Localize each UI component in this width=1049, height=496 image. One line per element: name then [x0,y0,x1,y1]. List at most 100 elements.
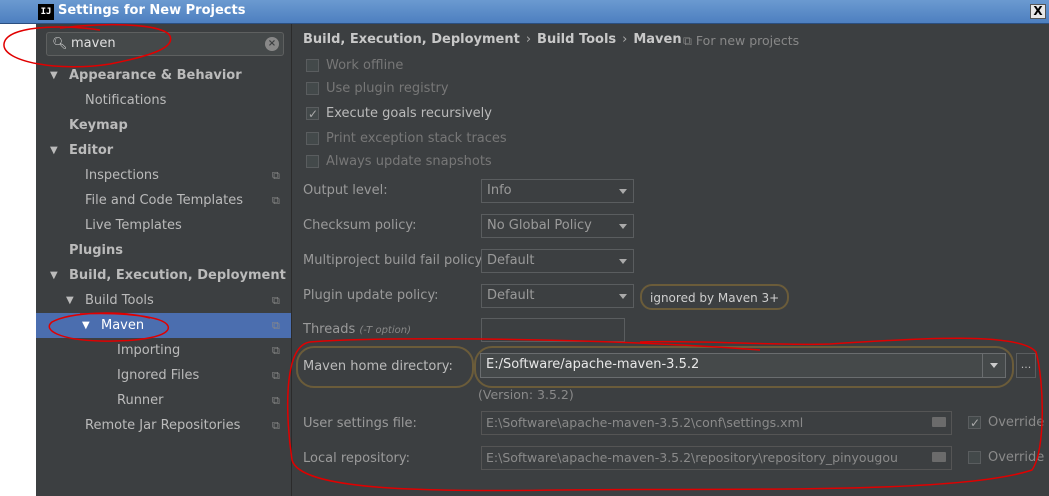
project-copy-icon: ⧉ [272,194,280,207]
breadcrumb-separator: › [622,32,628,47]
checkbox-box[interactable] [306,82,319,95]
multiproject-fail-policy-label: Multiproject build fail policy: [303,253,486,268]
checkbox-box[interactable]: ✓ [306,107,319,121]
close-icon[interactable]: X [1030,4,1046,19]
local-repository-field[interactable]: E:\Software\apache-maven-3.5.2\repositor… [481,446,952,470]
expand-arrow-icon[interactable]: ▼ [82,313,90,338]
multiproject-fail-policy-value: Default [487,253,535,268]
sidebar-item-runner[interactable]: Runner ⧉ [36,388,291,413]
expand-arrow-icon[interactable]: ▼ [66,288,74,313]
checkbox-box[interactable] [306,155,319,168]
sidebar-item-importing[interactable]: Importing ⧉ [36,338,291,363]
sidebar-item-ignored-files[interactable]: Ignored Files ⧉ [36,363,291,388]
sidebar-item-label: Build, Execution, Deployment [69,268,286,283]
sidebar-item-editor[interactable]: ▼ Editor [36,138,291,163]
output-level-label: Output level: [303,183,388,198]
sidebar-item-label: Editor [69,143,114,158]
user-settings-label: User settings file: [303,416,417,431]
folder-icon[interactable] [932,417,946,427]
sidebar-item-label: Notifications [85,93,167,108]
background-strip [0,24,36,496]
project-copy-icon: ⧉ [272,294,280,307]
checkbox-label: Always update snapshots [326,154,492,169]
output-level-combo[interactable]: Info [481,179,634,203]
sidebar-item-remote-jar-repositories[interactable]: Remote Jar Repositories ⧉ [36,413,291,438]
folder-icon[interactable] [932,452,946,462]
sidebar-item-appearance-behavior[interactable]: ▼ Appearance & Behavior [36,63,291,88]
checkmark-icon: ✓ [970,416,981,430]
for-new-projects-label: For new projects [695,33,800,48]
checkbox-box[interactable] [306,59,319,72]
maven-version-text: (Version: 3.5.2) [478,387,574,402]
window-title: Settings for New Projects [58,3,246,18]
sidebar-item-file-and-code-templates[interactable]: File and Code Templates ⧉ [36,188,291,213]
expand-arrow-icon[interactable]: ▼ [50,263,58,288]
sidebar-item-label: Build Tools [85,293,154,308]
sidebar-item-label: Appearance & Behavior [69,68,242,83]
local-repository-label: Local repository: [303,451,410,466]
sidebar-item-keymap[interactable]: Keymap [36,113,291,138]
sidebar-item-label: Ignored Files [117,368,200,383]
maven-home-value: E:/Software/apache-maven-3.5.2 [486,357,700,372]
checkbox-label: Use plugin registry [326,81,449,96]
sidebar-item-label: Keymap [69,118,128,133]
sidebar-item-label: Plugins [69,243,123,258]
breadcrumb-maven: Maven [633,32,682,47]
checksum-policy-combo[interactable]: No Global Policy [481,214,634,238]
search-input[interactable]: 🔍︎ maven × [46,32,284,56]
project-copy-icon: ⧉ [272,419,280,432]
checksum-policy-label: Checksum policy: [303,218,417,233]
plugin-update-policy-value: Default [487,288,535,303]
override-label: Override [988,415,1045,430]
settings-sidebar: 🔍︎ maven × ▼ Appearance & Behavior Notific… [36,24,292,496]
sidebar-item-notifications[interactable]: Notifications [36,88,291,113]
expand-arrow-icon[interactable]: ▼ [50,138,58,163]
window-titlebar: IJ Settings for New Projects X [0,0,1049,24]
copy-icon: ⧉ [683,33,692,48]
sidebar-item-label: Importing [117,343,181,358]
project-copy-icon: ⧉ [272,344,280,357]
user-settings-value: E:\Software\apache-maven-3.5.2\conf\sett… [486,415,804,430]
sidebar-item-build-tools[interactable]: ▼ Build Tools ⧉ [36,288,291,313]
override-checkbox[interactable] [968,451,981,464]
breadcrumb-separator: › [525,32,532,47]
override-checkbox[interactable]: ✓ [968,416,981,430]
output-level-value: Info [487,183,512,198]
sidebar-item-inspections[interactable]: Inspections ⧉ [36,163,291,188]
clear-search-icon[interactable]: × [265,37,279,51]
chevron-down-icon [619,224,627,229]
project-copy-icon: ⧉ [272,319,280,332]
breadcrumb-build-tools: Build Tools [537,32,617,47]
project-copy-icon: ⧉ [272,369,280,382]
maven-home-dropdown-button[interactable] [982,354,1005,377]
user-settings-field[interactable]: E:\Software\apache-maven-3.5.2\conf\sett… [481,411,952,435]
threads-option-hint: (-T option) [359,325,411,336]
sidebar-item-maven[interactable]: ▼ Maven ⧉ [36,313,291,338]
browse-button[interactable]: ... [1016,353,1036,378]
for-new-projects-note: ⧉ For new projects [683,33,799,49]
threads-label-text: Threads [303,322,356,337]
sidebar-item-label: Remote Jar Repositories [85,418,241,433]
chevron-down-icon [619,259,627,264]
sidebar-item-build-execution-deployment[interactable]: ▼ Build, Execution, Deployment [36,263,291,288]
maven-home-label: Maven home directory: [303,359,453,374]
local-repository-value: E:\Software\apache-maven-3.5.2\repositor… [486,450,898,465]
sidebar-item-plugins[interactable]: Plugins [36,238,291,263]
multiproject-fail-policy-combo[interactable]: Default [481,249,634,273]
checksum-policy-value: No Global Policy [487,218,592,233]
plugin-update-policy-combo[interactable]: Default [481,284,634,308]
search-icon: 🔍︎ [52,36,68,50]
maven-home-combo[interactable]: E:/Software/apache-maven-3.5.2 [480,353,1006,378]
expand-arrow-icon[interactable]: ▼ [50,63,58,88]
project-copy-icon: ⧉ [272,394,280,407]
sidebar-item-live-templates[interactable]: Live Templates [36,213,291,238]
sidebar-item-label: Live Templates [85,218,182,233]
checkmark-icon: ✓ [308,107,319,121]
checkbox-box[interactable] [306,132,319,145]
project-copy-icon: ⧉ [272,169,280,182]
intellij-app-icon: IJ [38,4,54,20]
chevron-down-icon [619,189,627,194]
sidebar-item-label: Runner [117,393,164,408]
threads-input[interactable] [481,318,625,342]
checkbox-label: Execute goals recursively [326,106,492,121]
